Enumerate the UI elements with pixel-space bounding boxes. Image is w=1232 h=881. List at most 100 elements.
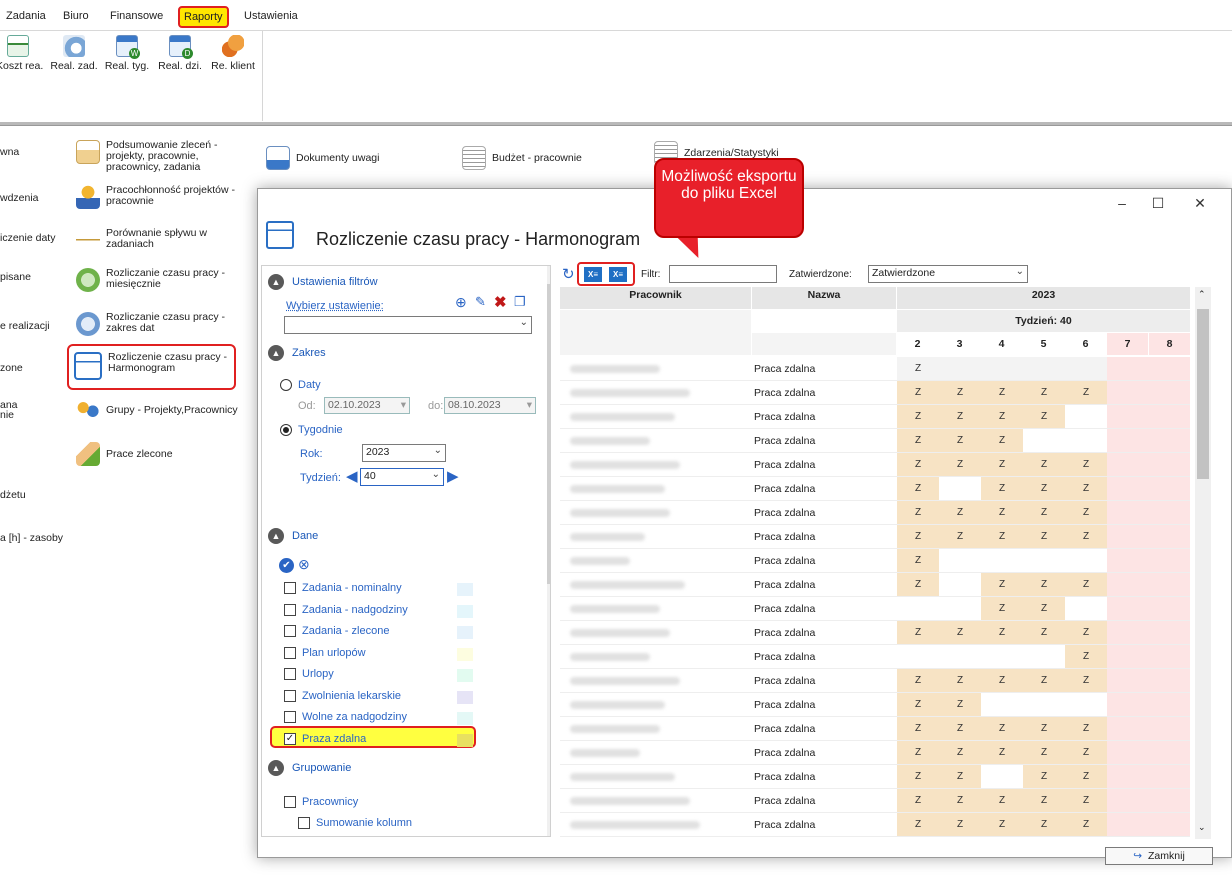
menu-raporty[interactable]: Raporty xyxy=(178,6,229,28)
grid-scroll-thumb[interactable] xyxy=(1197,309,1209,479)
day-cell[interactable]: Z xyxy=(981,789,1023,812)
menu-ustawienia[interactable]: Ustawienia xyxy=(244,10,298,22)
day-cell[interactable] xyxy=(1149,549,1190,572)
day-cell[interactable]: Z xyxy=(1065,525,1107,548)
checkbox[interactable] xyxy=(298,817,310,829)
day-cell[interactable] xyxy=(1149,453,1190,476)
day-cell[interactable]: Z xyxy=(1023,405,1065,428)
day-cell[interactable] xyxy=(939,549,981,572)
day-cell[interactable] xyxy=(1107,597,1149,620)
table-row[interactable]: Praca zdalna Z Z Z Z Z xyxy=(560,525,1190,549)
type-cell[interactable]: Praca zdalna xyxy=(754,411,815,423)
type-cell[interactable]: Praca zdalna xyxy=(754,483,815,495)
type-cell[interactable]: Praca zdalna xyxy=(754,675,815,687)
worker-cell[interactable] xyxy=(560,573,751,596)
to-date-field[interactable]: 08.10.2023 ▾ xyxy=(444,397,536,414)
day-cell[interactable]: Z xyxy=(897,741,939,764)
day-cell[interactable] xyxy=(1107,501,1149,524)
table-row[interactable]: Praca zdalna Z Z Z Z Z xyxy=(560,381,1190,405)
group-workers-checkbox[interactable]: Pracownicy xyxy=(284,796,358,808)
table-row[interactable]: Praca zdalna Z Z xyxy=(560,693,1190,717)
day-cell[interactable]: Z xyxy=(939,381,981,404)
check-all-icon[interactable]: ✔ xyxy=(279,558,294,573)
day-cell[interactable] xyxy=(1149,429,1190,452)
day-cell[interactable]: Z xyxy=(897,477,939,500)
checkbox[interactable]: ✓ xyxy=(284,732,296,745)
day-cell[interactable] xyxy=(1107,621,1149,644)
checkbox[interactable] xyxy=(284,625,296,637)
data-section-header[interactable]: ▲ Dane xyxy=(268,528,318,544)
report-item[interactable]: dżetu xyxy=(0,489,26,501)
day-cell[interactable]: Z xyxy=(1065,669,1107,692)
day-cell[interactable]: Z xyxy=(897,405,939,428)
day-cell[interactable] xyxy=(1149,573,1190,596)
checkbox[interactable] xyxy=(284,668,296,680)
day-cell[interactable]: Z xyxy=(1023,765,1065,788)
day-cell[interactable]: Z xyxy=(939,813,981,836)
close-window-button[interactable]: ✕ xyxy=(1190,195,1210,212)
day-cell[interactable]: Z xyxy=(981,501,1023,524)
type-cell[interactable]: Praca zdalna xyxy=(754,531,815,543)
day-cell[interactable] xyxy=(1149,405,1190,428)
day-cell[interactable]: Z xyxy=(897,453,939,476)
day-cell[interactable]: Z xyxy=(1065,765,1107,788)
day-cell[interactable] xyxy=(939,597,981,620)
day-cell[interactable]: Z xyxy=(939,429,981,452)
day-cell[interactable] xyxy=(1065,429,1107,452)
type-cell[interactable]: Praca zdalna xyxy=(754,771,815,783)
day-cell[interactable] xyxy=(1149,357,1190,380)
day-cell[interactable]: Z xyxy=(1023,741,1065,764)
day-cell[interactable]: Z xyxy=(939,717,981,740)
day-cell[interactable]: Z xyxy=(897,549,939,572)
day-cell[interactable]: Z xyxy=(1065,741,1107,764)
day-cell[interactable] xyxy=(1107,813,1149,836)
table-row[interactable]: Praca zdalna Z Z Z Z Z xyxy=(560,813,1190,837)
day-cell[interactable] xyxy=(1149,717,1190,740)
day-cell[interactable] xyxy=(1149,693,1190,716)
table-row[interactable]: Praca zdalna Z Z Z Z Z xyxy=(560,453,1190,477)
day-cell[interactable]: Z xyxy=(1023,597,1065,620)
day-cell[interactable] xyxy=(939,645,981,668)
next-week-icon[interactable]: ▶ xyxy=(447,467,459,485)
menu-zadania[interactable]: Zadania xyxy=(6,10,46,22)
calendar-dropdown-icon[interactable]: ▾ xyxy=(401,399,406,411)
day-cell[interactable]: Z xyxy=(1023,813,1065,836)
chevron-up-icon[interactable]: ▲ xyxy=(268,345,284,361)
day-cell[interactable] xyxy=(1149,525,1190,548)
menu-biuro[interactable]: Biuro xyxy=(63,10,89,22)
worker-cell[interactable] xyxy=(560,669,751,692)
day-cell[interactable]: Z xyxy=(939,669,981,692)
report-porownanie[interactable]: Porównanie spływu w zadaniach xyxy=(76,228,236,252)
day-cell[interactable]: Z xyxy=(981,525,1023,548)
day-cell[interactable]: Z xyxy=(1023,525,1065,548)
day-cell[interactable] xyxy=(1107,549,1149,572)
data-item-checkbox[interactable]: Zadania - nominalny xyxy=(284,582,402,594)
day-cell[interactable]: Z xyxy=(897,525,939,548)
calendar-dropdown-icon[interactable]: ▾ xyxy=(527,399,532,411)
day-cell[interactable] xyxy=(897,645,939,668)
year-select[interactable]: 2023 ⌄ xyxy=(362,444,446,462)
settings-select[interactable]: ⌄ xyxy=(284,316,532,334)
ribbon-re-klient-button[interactable]: Re. klient xyxy=(208,35,258,72)
type-cell[interactable]: Praca zdalna xyxy=(754,603,815,615)
close-dialog-button[interactable]: ↪ Zamknij xyxy=(1105,847,1213,865)
day-cell[interactable] xyxy=(1107,717,1149,740)
report-prace-zlecone[interactable]: Prace zlecone xyxy=(76,442,236,466)
day-cell[interactable]: Z xyxy=(897,573,939,596)
table-row[interactable]: Praca zdalna Z Z Z Z Z xyxy=(560,501,1190,525)
grid-scrollbar[interactable]: ⌃ ⌄ xyxy=(1195,287,1211,839)
report-grupy[interactable]: Grupy - Projekty,Pracownicy xyxy=(76,398,246,422)
day-cell[interactable]: Z xyxy=(1023,717,1065,740)
day-cell[interactable] xyxy=(1107,669,1149,692)
day-cell[interactable]: Z xyxy=(981,573,1023,596)
panel-scrollbar[interactable] xyxy=(547,266,550,836)
report-miesiecznie[interactable]: Rozliczanie czasu pracy - miesięcznie xyxy=(76,268,236,292)
uncheck-all-icon[interactable]: ⊗ xyxy=(298,556,310,573)
day-cell[interactable] xyxy=(1065,597,1107,620)
ribbon-real-zad-button[interactable]: Real. zad. xyxy=(48,35,100,72)
day-cell[interactable] xyxy=(1023,693,1065,716)
day-cell[interactable] xyxy=(1065,405,1107,428)
type-cell[interactable]: Praca zdalna xyxy=(754,579,815,591)
day-cell[interactable]: Z xyxy=(1065,645,1107,668)
table-row[interactable]: Praca zdalna Z Z Z Z Z xyxy=(560,789,1190,813)
